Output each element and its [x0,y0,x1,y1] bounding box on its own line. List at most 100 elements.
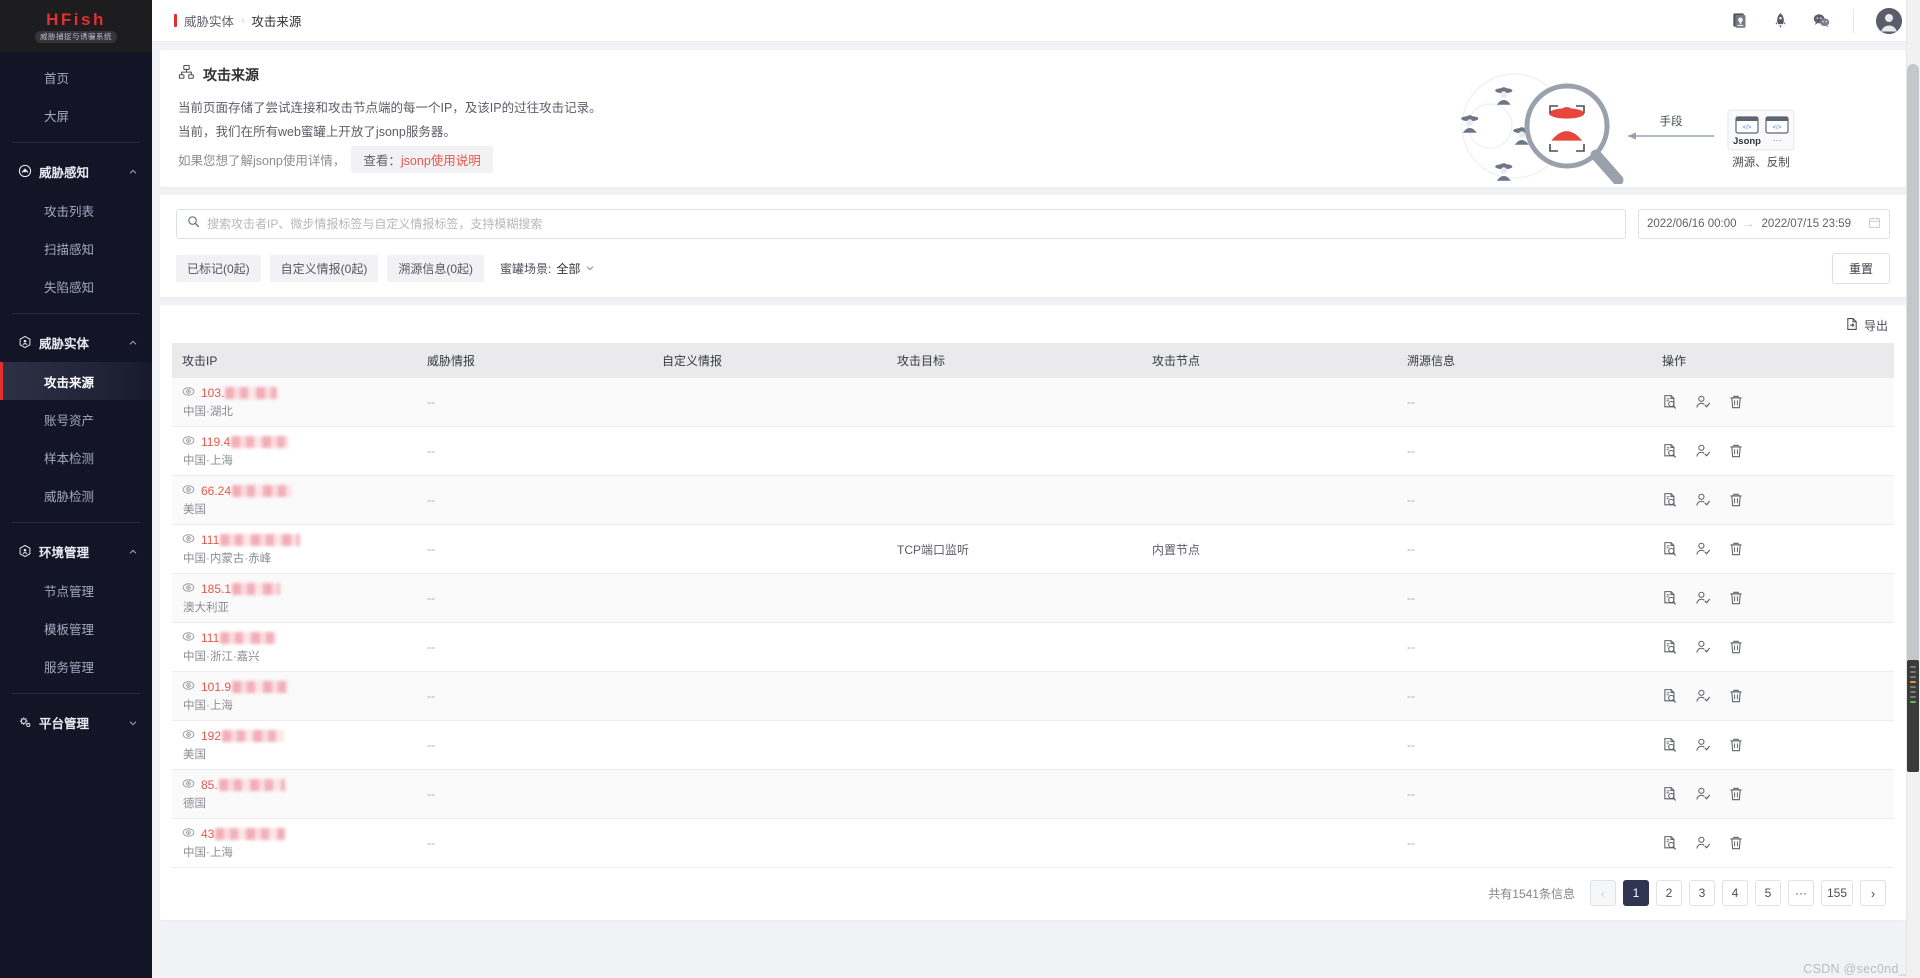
rocket-icon[interactable] [1771,11,1790,30]
jsonp-doc-chip[interactable]: 查看：jsonp使用说明 [351,146,493,173]
user-check-icon[interactable] [1695,688,1711,704]
doc-search-icon[interactable] [1662,590,1678,606]
cell-operations [1652,671,1894,721]
doc-search-icon[interactable] [1662,492,1678,508]
sidebar-item-dashboard[interactable]: 大屏 [0,96,152,134]
eye-icon[interactable] [182,630,195,646]
cell-attack-node [1142,475,1397,525]
pagination-last-page[interactable]: 155 [1820,880,1853,906]
attack-ip-value[interactable]: 119.4 [201,435,290,449]
sidebar-item-attack-source[interactable]: 攻击来源 [0,362,152,400]
pagination-page-1[interactable]: 1 [1622,880,1649,906]
sidebar-group-platform[interactable]: 平台管理 [0,702,152,742]
eye-icon[interactable] [182,532,195,548]
doc-search-icon[interactable] [1662,443,1678,459]
user-check-icon[interactable] [1695,541,1711,557]
trash-icon[interactable] [1728,394,1744,410]
user-check-icon[interactable] [1695,835,1711,851]
doc-search-icon[interactable] [1662,639,1678,655]
user-check-icon[interactable] [1695,737,1711,753]
doc-search-icon[interactable] [1662,786,1678,802]
attack-ip-value[interactable]: 66.24 [201,484,293,498]
search-input[interactable] [207,217,1615,231]
sidebar-group-environment[interactable]: 环境管理 [0,531,152,571]
trash-icon[interactable] [1728,443,1744,459]
doc-search-icon[interactable] [1662,394,1678,410]
breadcrumb-parent[interactable]: 威胁实体 [184,11,234,30]
attack-ip-value[interactable]: 111 [201,533,301,547]
pagination-page-2[interactable]: 2 [1655,880,1682,906]
attack-ip-value[interactable]: 103. [201,386,278,400]
attack-ip-value[interactable]: 85. [201,778,285,792]
scrollbar-thumb[interactable] [1907,64,1919,664]
trash-icon[interactable] [1728,737,1744,753]
sidebar-item-sample-detection[interactable]: 样本检测 [0,438,152,476]
user-check-icon[interactable] [1695,786,1711,802]
sidebar-item-compromise-awareness[interactable]: 失陷感知 [0,267,152,305]
trash-icon[interactable] [1728,835,1744,851]
cell-operations [1652,818,1894,868]
attack-ip-value[interactable]: 43 [201,827,286,841]
filter-panel: 2022/06/16 00:00 → 2022/07/15 23:59 已标记(… [160,195,1906,297]
user-check-icon[interactable] [1695,590,1711,606]
user-check-icon[interactable] [1695,394,1711,410]
pagination-page-5[interactable]: 5 [1754,880,1781,906]
sidebar-item-account-assets[interactable]: 账号资产 [0,400,152,438]
jsonp-doc-link[interactable]: jsonp使用说明 [401,154,481,168]
filter-chip-trace-info[interactable]: 溯源信息(0起) [387,255,485,282]
user-check-icon[interactable] [1695,639,1711,655]
trash-icon[interactable] [1728,688,1744,704]
trash-icon[interactable] [1728,639,1744,655]
eye-icon[interactable] [182,777,195,793]
trash-icon[interactable] [1728,541,1744,557]
doc-search-icon[interactable] [1662,688,1678,704]
date-range-picker[interactable]: 2022/06/16 00:00 → 2022/07/15 23:59 [1638,209,1890,239]
wechat-icon[interactable] [1812,11,1831,30]
attack-ip-value[interactable]: 192 [201,729,285,743]
date-start-value: 2022/06/16 00:00 [1647,218,1737,230]
browser-scrollbar[interactable] [1906,0,1920,978]
sidebar-group-threat-awareness[interactable]: 威胁感知 [0,151,152,191]
sidebar-item-node-management[interactable]: 节点管理 [0,571,152,609]
trash-icon[interactable] [1728,786,1744,802]
export-button[interactable]: 导出 [1845,317,1888,334]
attack-ip-value[interactable]: 101.9 [201,680,289,694]
sidebar-item-home[interactable]: 首页 [0,58,152,96]
sidebar-item-attack-list[interactable]: 攻击列表 [0,191,152,229]
sidebar-item-template-management[interactable]: 模板管理 [0,609,152,647]
sidebar-item-threat-detection[interactable]: 威胁检测 [0,476,152,514]
user-check-icon[interactable] [1695,443,1711,459]
user-avatar[interactable] [1876,7,1902,34]
pagination-prev[interactable]: ‹ [1589,880,1616,906]
attack-ip-value[interactable]: 111 [201,631,277,645]
reset-button[interactable]: 重置 [1831,253,1890,284]
eye-icon[interactable] [182,385,195,401]
sidebar-item-scan-awareness[interactable]: 扫描感知 [0,229,152,267]
eye-icon[interactable] [182,679,195,695]
pagination-ellipsis[interactable]: ··· [1787,880,1814,906]
pagination-page-4[interactable]: 4 [1721,880,1748,906]
user-check-icon[interactable] [1695,492,1711,508]
eye-icon[interactable] [182,581,195,597]
eye-icon[interactable] [182,728,195,744]
eye-icon[interactable] [182,483,195,499]
eye-icon[interactable] [182,434,195,450]
honeypot-scene-select[interactable]: 蜜罐场景: 全部 [500,260,595,277]
eye-icon[interactable] [182,826,195,842]
doc-search-icon[interactable] [1662,835,1678,851]
trash-icon[interactable] [1728,590,1744,606]
pagination-page-3[interactable]: 3 [1688,880,1715,906]
sidebar-group-threat-entity[interactable]: 威胁实体 [0,322,152,362]
doc-search-icon[interactable] [1662,737,1678,753]
trash-icon[interactable] [1728,492,1744,508]
pagination-next[interactable]: › [1860,880,1886,906]
brand-logo[interactable]: HFish 威胁捕捉与诱骗系统 [0,0,152,52]
filter-chip-marked[interactable]: 已标记(0起) [176,255,261,282]
doc-search-icon[interactable] [1662,541,1678,557]
attack-ip-location: 中国·浙江·嘉兴 [183,651,260,663]
doc-bulb-icon[interactable] [1730,11,1749,30]
sidebar-item-service-management[interactable]: 服务管理 [0,647,152,685]
search-box[interactable] [176,209,1626,239]
attack-ip-value[interactable]: 185.1 [201,582,281,596]
filter-chip-custom-intel[interactable]: 自定义情报(0起) [269,255,379,282]
